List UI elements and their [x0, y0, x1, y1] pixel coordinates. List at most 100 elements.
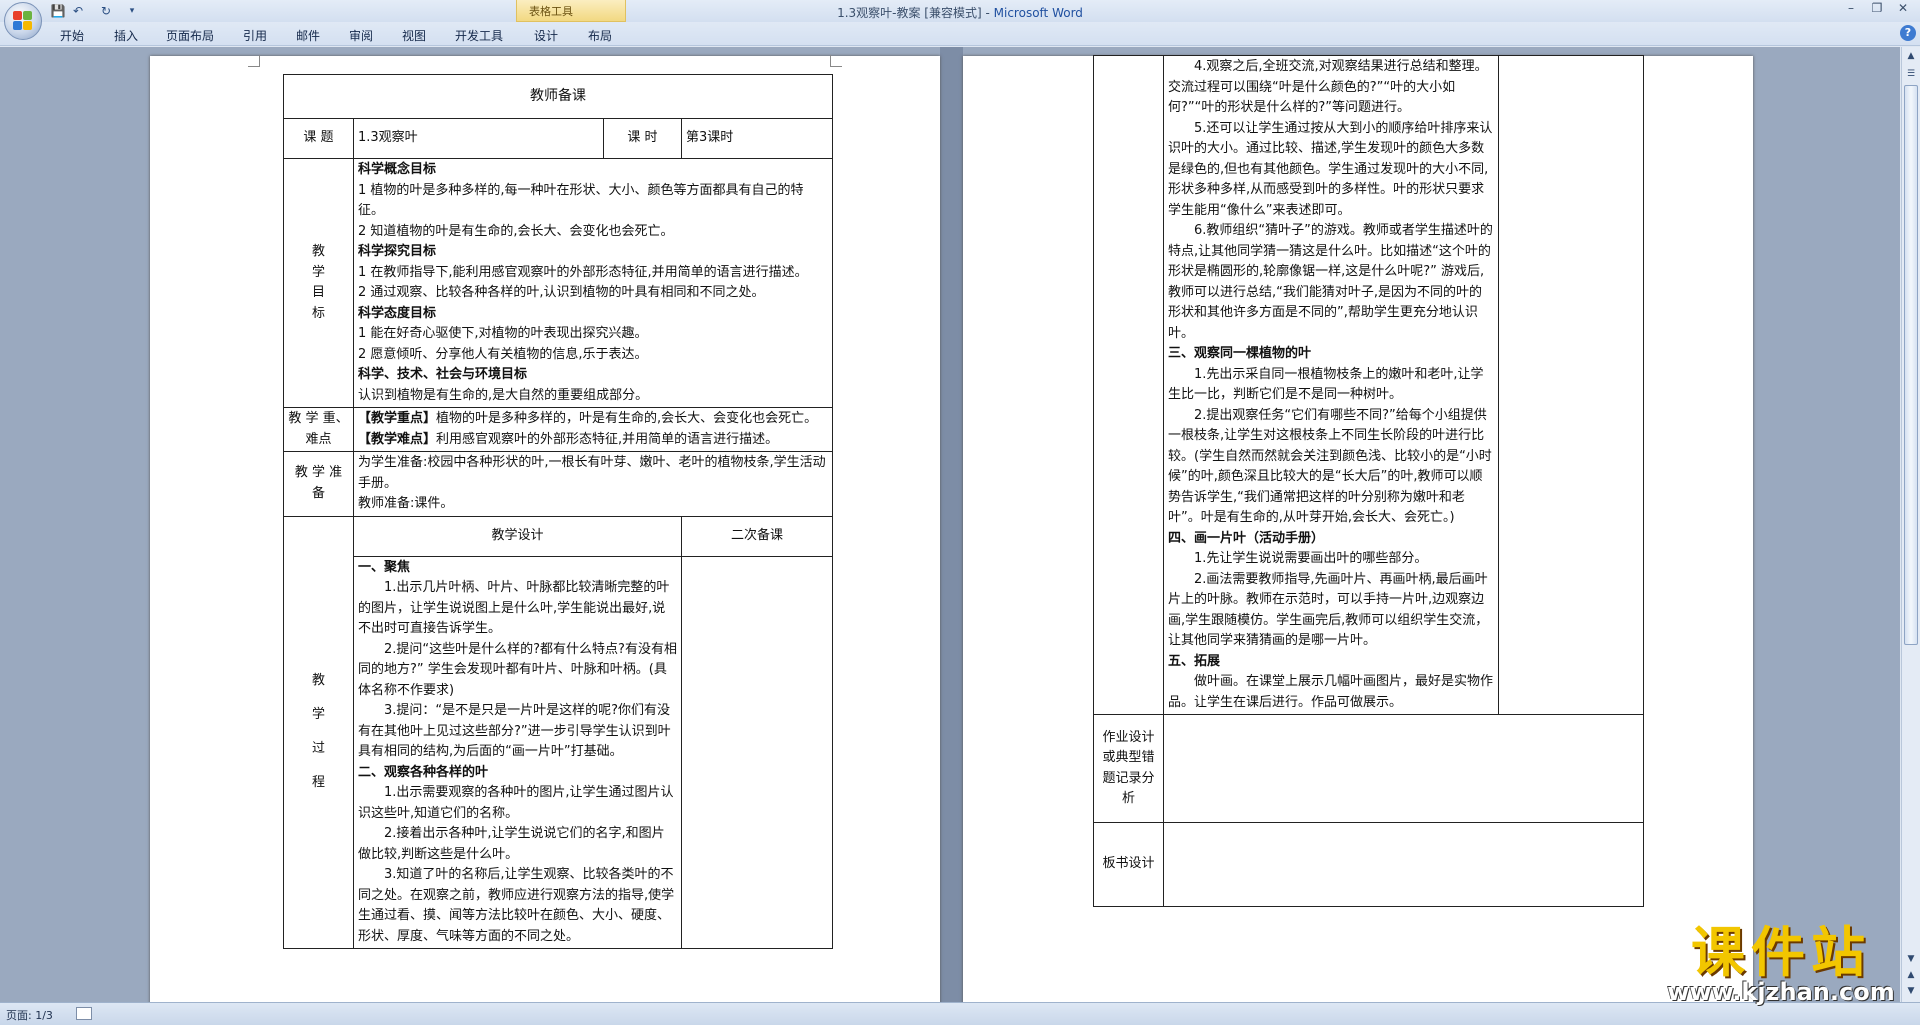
difficulty-text: 利用感官观察叶的外部形态特征,并用简单的语言进行描述。 [436, 431, 779, 447]
paragraph: 2.画法需要教师指导,先画叶片、再画叶柄,最后画叶片上的叶脉。教师在示范时，可以… [1168, 571, 1489, 649]
paragraph: 2.提问“这些叶是什么样的?都有什么特点?有没有相同的地方?” 学生会发现叶都有… [358, 641, 677, 698]
second-prep-cell-1[interactable] [680, 555, 834, 949]
key-point: 【教学重点】植物的叶是多种多样的，叶是有生命的,会长大、会变化也会死亡。 [358, 409, 828, 430]
maximize-icon[interactable]: ❐ [1864, 1, 1890, 19]
tab-developer[interactable]: 开发工具 [455, 27, 503, 44]
board-label[interactable]: 板书设计 [1093, 822, 1164, 907]
section-heading: 一、聚焦 [358, 559, 411, 575]
paragraph: 1 植物的叶是多种多样的,每一种叶在形状、大小、颜色等方面都具有自己的特征。 [358, 182, 804, 219]
section-heading: 科学态度目标 [358, 305, 437, 321]
minimize-icon[interactable]: – [1838, 1, 1864, 19]
close-icon[interactable]: ✕ [1890, 1, 1916, 19]
difficulty-tag: 【教学难点】 [358, 431, 437, 447]
tab-home[interactable]: 开始 [60, 27, 84, 44]
paragraph: 3.知道了叶的名称后,让学生观察、比较各类叶的不同之处。在观察之前，教师应进行观… [358, 867, 675, 944]
process-cell-1[interactable]: 一、聚焦 1.出示几片叶柄、叶片、叶脉都比较清晰完整的叶的图片，让学生说说图上是什… [353, 555, 682, 949]
label-char: 过 [311, 741, 325, 757]
paragraph: 3.提问：“是不是只是一片叶是这样的呢?你们有没有在其他叶上见过这些部分?”进一… [358, 703, 671, 759]
previous-page-icon[interactable]: ▲ [1904, 968, 1918, 982]
key-point-tag: 【教学重点】 [358, 411, 437, 426]
goals-label-cell[interactable]: 教学目标 [283, 158, 354, 408]
design-header[interactable]: 教学设计 [353, 515, 682, 557]
process-label-cont[interactable] [1093, 55, 1164, 715]
scrollbar-thumb[interactable] [1904, 85, 1918, 645]
section-heading: 二、观察各种各样的叶 [358, 764, 489, 780]
board-cell[interactable] [1163, 822, 1644, 907]
title-bar: 表格工具 💾 ↶ ↻ ▾ 1.3观察叶-教案 [兼容模式] - Microsof… [0, 0, 1920, 22]
process-cell-2[interactable]: 4.观察之后,全班交流,对观察结果进行总结和整理。交流过程可以围绕“叶是什么颜色… [1163, 55, 1499, 715]
process-label: 教学过程 [288, 664, 349, 800]
office-button[interactable] [4, 2, 42, 40]
tab-page-layout[interactable]: 页面布局 [166, 27, 214, 44]
second-prep-cell-2[interactable] [1498, 55, 1644, 715]
key-cell[interactable]: 【教学重点】植物的叶是多种多样的，叶是有生命的,会长大、会变化也会死亡。 【教学… [352, 407, 834, 452]
paragraph: 1.出示几片叶柄、叶片、叶脉都比较清晰完整的叶的图片，让学生说说图上是什么叶,学… [358, 580, 670, 636]
office-logo-icon [13, 11, 33, 31]
process-steps-2: 4.观察之后,全班交流,对观察结果进行总结和整理。交流过程可以围绕“叶是什么颜色… [1168, 57, 1494, 713]
section-heading: 五、拓展 [1168, 653, 1221, 669]
topic-value[interactable]: 1.3观察叶 [353, 118, 604, 159]
next-page-icon[interactable]: ▼ [1904, 984, 1918, 998]
table-title: 教师备课 [530, 88, 587, 105]
label-char: 标 [311, 305, 325, 321]
goals-cell[interactable]: 科学概念目标 1 植物的叶是多种多样的,每一种叶在形状、大小、颜色等方面都具有自己… [352, 158, 834, 408]
tab-layout[interactable]: 布局 [588, 27, 612, 44]
lesson-table-page-1: 教师备课 课 题 1.3观察叶 课 时 第3课时 教学目标 科学概念目标 1 植物… [282, 74, 834, 949]
watermark-title: 课件站 [1691, 920, 1871, 984]
page-indicator[interactable]: 页面: 1/3 [6, 1007, 53, 1023]
tab-review[interactable]: 审阅 [349, 27, 373, 44]
label-char: 学 [311, 264, 325, 280]
goals-list: 科学概念目标 1 植物的叶是多种多样的,每一种叶在形状、大小、颜色等方面都具有自己… [358, 160, 828, 406]
second-prep-header[interactable]: 二次备课 [680, 515, 834, 557]
help-icon[interactable]: ? [1900, 25, 1916, 41]
document-page-2: 4.观察之后,全班交流,对观察结果进行总结和整理。交流过程可以围绕“叶是什么颜色… [963, 55, 1753, 1016]
vertical-scrollbar[interactable]: ▲ ☰ ▼ ▲ ▼ [1901, 47, 1920, 1002]
tab-view[interactable]: 视图 [402, 27, 426, 44]
crop-mark [830, 55, 842, 67]
paragraph: 2 知道植物的叶是有生命的,会长大、会变化也会死亡。 [358, 223, 674, 239]
section-heading: 科学概念目标 [358, 162, 437, 177]
period-label[interactable]: 课 时 [603, 118, 682, 159]
label-char: 目 [311, 285, 325, 300]
homework-label[interactable]: 作业设计或典型错题记录分析 [1093, 714, 1164, 823]
lesson-table-page-2: 4.观察之后,全班交流,对观察结果进行总结和整理。交流过程可以围绕“叶是什么颜色… [1093, 55, 1644, 907]
proofing-icon[interactable] [76, 1007, 92, 1020]
tab-references[interactable]: 引用 [243, 27, 267, 44]
period-value[interactable]: 第3课时 [680, 118, 834, 159]
prep-label[interactable]: 教 学 准 备 [283, 451, 354, 517]
section-heading: 科学、技术、社会与环境目标 [358, 367, 528, 382]
paragraph: 4.观察之后,全班交流,对观察结果进行总结和整理。交流过程可以围绕“叶是什么颜色… [1168, 59, 1488, 115]
ruler-toggle-icon[interactable]: ☰ [1904, 67, 1918, 81]
paragraph: 1 能在好奇心驱使下,对植物的叶表现出探究兴趣。 [358, 326, 648, 341]
prep-cell[interactable]: 为学生准备:校园中各种形状的叶,一根长有叶芽、嫩叶、老叶的植物枝条,学生活动手册… [352, 451, 834, 517]
paragraph: 2 通过观察、比较各种各样的叶,认识到植物的叶具有相同和不同之处。 [358, 285, 765, 300]
watermark-logo: 课件站 www.kjzhan.com [1662, 920, 1900, 1006]
topic-label[interactable]: 课 题 [283, 118, 354, 159]
homework-cell[interactable] [1163, 714, 1644, 823]
paragraph: 1.先出示采自同一根植物枝条上的嫩叶和老叶,让学生比一比，判断它们是不是同一种树… [1168, 366, 1484, 403]
scroll-down-icon[interactable]: ▼ [1904, 952, 1918, 966]
section-heading: 三、观察同一棵植物的叶 [1168, 346, 1312, 361]
tab-design[interactable]: 设计 [534, 27, 558, 44]
paragraph: 2 愿意倾听、分享他人有关植物的信息,乐于表达。 [358, 346, 648, 362]
paragraph: 1.先让学生说说需要画出叶的哪些部分。 [1194, 551, 1428, 566]
tab-insert[interactable]: 插入 [114, 27, 138, 44]
paragraph: 5.还可以让学生通过按从大到小的顺序给叶排序来认识叶的大小。通过比较、描述,学生… [1168, 120, 1493, 218]
key-label[interactable]: 教 学 重、难点 [283, 407, 354, 452]
prep-students: 为学生准备:校园中各种形状的叶,一根长有叶芽、嫩叶、老叶的植物枝条,学生活动手册… [358, 455, 826, 491]
paragraph: 认识到植物是有生命的,是大自然的重要组成部分。 [358, 387, 649, 403]
table-title-cell[interactable]: 教师备课 [282, 74, 834, 119]
document-workspace: 教师备课 课 题 1.3观察叶 课 时 第3课时 教学目标 科学概念目标 1 植物… [0, 47, 1900, 1016]
paragraph: 2.提出观察任务“它们有哪些不同?”给每个小组提供一根枝条,让学生对这根枝条上不… [1168, 407, 1492, 526]
process-label-cell[interactable]: 教学过程 [283, 515, 354, 949]
paragraph: 做叶画。在课堂上展示几幅叶画图片，最好是实物作品。让学生在课后进行。作品可做展示… [1168, 674, 1494, 710]
paragraph: 1.出示需要观察的各种叶的图片,让学生通过图片认识这些叶,知道它们的名称。 [358, 785, 674, 821]
scroll-up-icon[interactable]: ▲ [1904, 49, 1918, 63]
process-steps-1: 一、聚焦 1.出示几片叶柄、叶片、叶脉都比较清晰完整的叶的图片，让学生说说图上是什… [358, 558, 677, 948]
watermark-url: www.kjzhan.com [1667, 978, 1895, 1006]
page-gap [940, 47, 963, 1002]
tab-mailings[interactable]: 邮件 [296, 27, 320, 44]
label-char: 学 [311, 707, 325, 723]
section-heading: 科学探究目标 [358, 244, 437, 259]
label-char: 程 [311, 775, 325, 791]
